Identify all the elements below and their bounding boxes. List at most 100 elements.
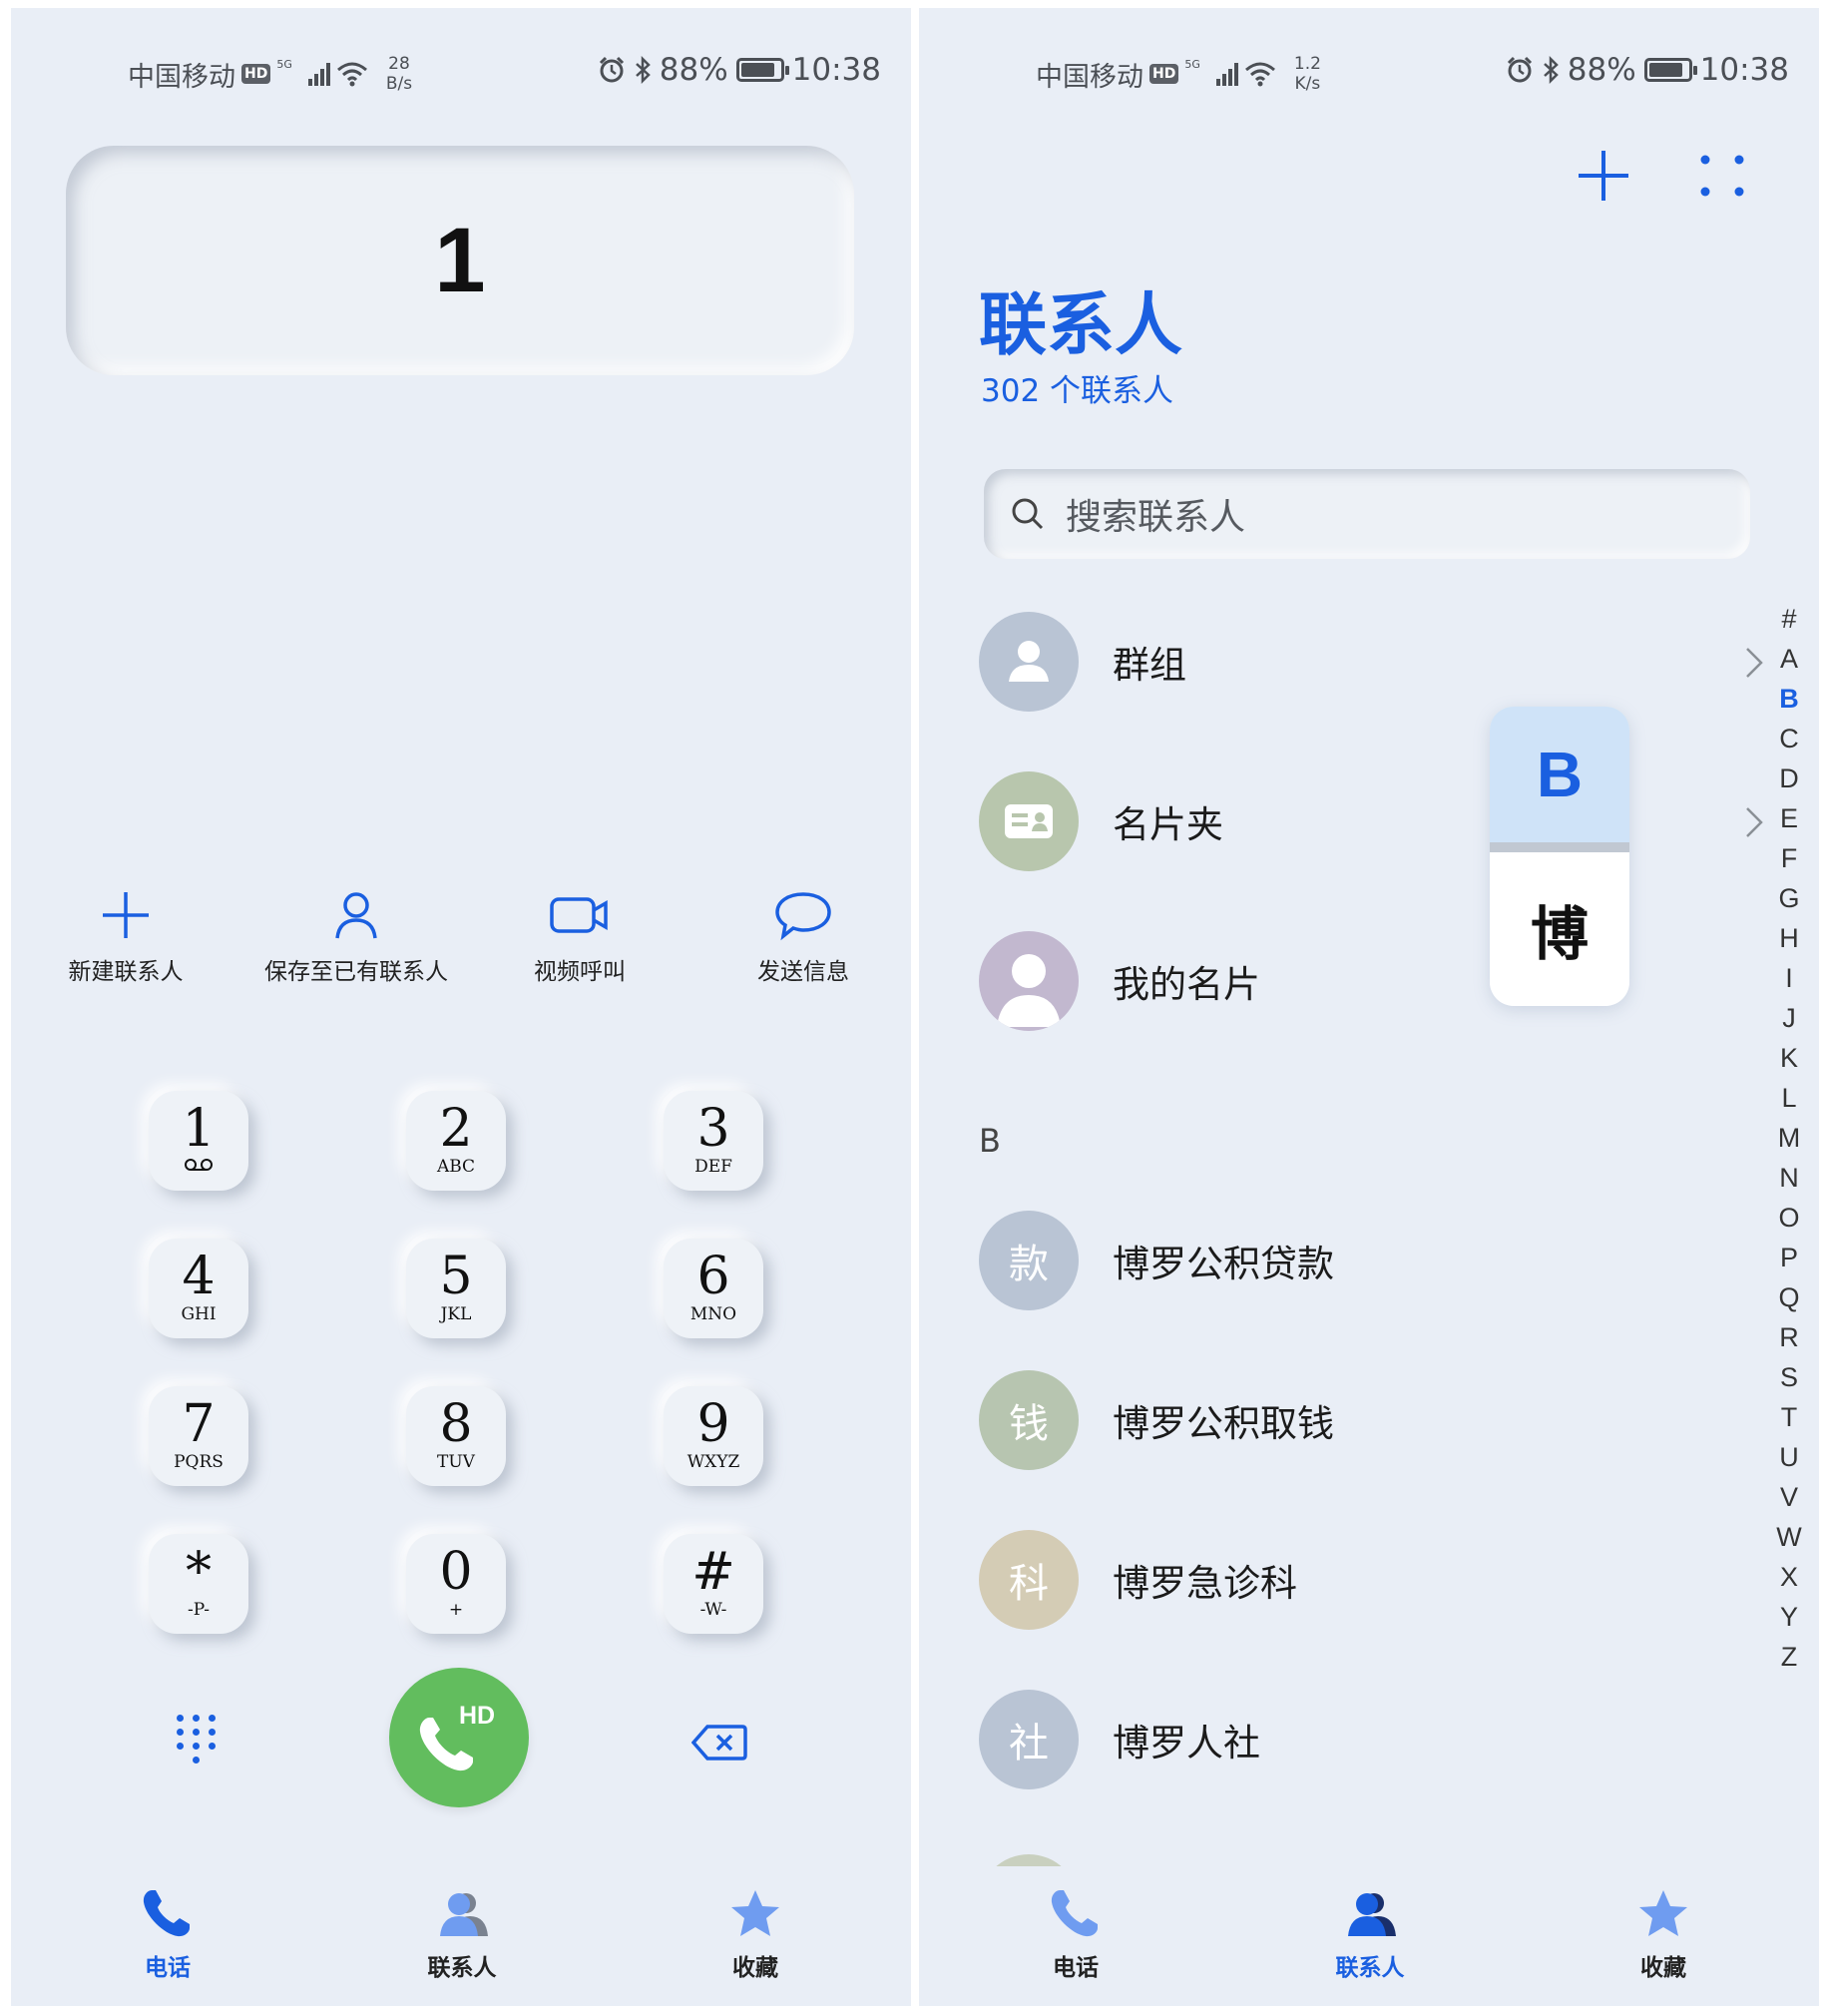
alphabet-index-letter[interactable]: P (1769, 1238, 1809, 1277)
alphabet-index-letter[interactable]: L (1769, 1078, 1809, 1118)
video-call-label: 视频呼叫 (534, 959, 626, 985)
contacts-icon (1348, 1893, 1396, 1936)
key-7[interactable]: 7 PQRS (149, 1386, 248, 1486)
key-4[interactable]: 4 GHI (149, 1239, 248, 1338)
hd-call-button[interactable]: HD (389, 1668, 529, 1807)
key-0[interactable]: 0 + (406, 1534, 506, 1634)
alphabet-index-letter[interactable]: V (1769, 1477, 1809, 1517)
key-3[interactable]: 3 DEF (664, 1091, 763, 1191)
network-type: 5G (1184, 57, 1200, 71)
groups-row[interactable]: 群组 (979, 612, 1763, 712)
alphabet-index-letter[interactable]: W (1769, 1517, 1809, 1557)
dialed-number-display[interactable]: 1 (66, 146, 854, 375)
contact-row[interactable]: 款 博罗公积贷款 (979, 1211, 1737, 1310)
battery-icon (1643, 58, 1697, 82)
alphabet-index-letter[interactable]: M (1769, 1118, 1809, 1158)
key-0-digit: 0 (439, 1542, 473, 1602)
signal-icon (1215, 62, 1238, 86)
key-2-digit: 2 (439, 1099, 473, 1159)
alphabet-index-letter[interactable]: C (1769, 719, 1809, 758)
alphabet-index-letter[interactable]: D (1769, 758, 1809, 798)
nav-contacts-tab[interactable]: 联系人 (1290, 1886, 1450, 1982)
alphabet-index-letter[interactable]: R (1769, 1317, 1809, 1357)
alphabet-index-letter[interactable]: Z (1769, 1637, 1809, 1677)
index-popup-divider (1490, 842, 1629, 852)
star-icon (1639, 1890, 1687, 1936)
net-speed-unit: B/s (385, 74, 413, 94)
alphabet-index-bar[interactable]: # A B C D E F G H I J K L M N O P Q R S T U V W X Y Z (1769, 599, 1809, 1677)
status-bar: 中国移动 HD 5G 1.2 K/s 88% 10:38 (919, 46, 1819, 96)
key-6[interactable]: 6 MNO (664, 1239, 763, 1338)
alphabet-index-letter[interactable]: Q (1769, 1277, 1809, 1317)
key-star[interactable]: * -P- (149, 1534, 248, 1634)
key-hash-letters: -W- (699, 1600, 727, 1620)
alphabet-index-letter[interactable]: A (1769, 639, 1809, 679)
key-8[interactable]: 8 TUV (406, 1386, 506, 1486)
save-to-existing-contact-button[interactable]: 保存至已有联系人 (246, 888, 466, 986)
key-star-digit: * (186, 1542, 212, 1602)
alphabet-index-letter[interactable]: T (1769, 1397, 1809, 1437)
bluetooth-icon (1543, 56, 1559, 84)
backspace-icon[interactable] (691, 1724, 747, 1762)
nav-phone-tab[interactable]: 电话 (996, 1886, 1155, 1982)
key-7-digit: 7 (182, 1394, 216, 1454)
alphabet-index-letter[interactable]: J (1769, 998, 1809, 1038)
chevron-right-icon (1746, 648, 1763, 678)
search-input[interactable]: 搜索联系人 (984, 469, 1750, 559)
nav-favorites-tab[interactable]: 收藏 (1584, 1886, 1743, 1982)
add-contact-icon[interactable] (1576, 148, 1631, 204)
section-header: B (979, 1122, 1001, 1160)
contact-row[interactable]: 社 博罗人社 (979, 1690, 1737, 1789)
send-message-button[interactable]: 发送信息 (693, 888, 911, 986)
page-title: 联系人 (979, 286, 1183, 365)
more-options-icon[interactable] (1695, 148, 1751, 204)
contact-row[interactable]: 科 博罗急诊科 (979, 1530, 1737, 1630)
message-bubble-icon (775, 892, 831, 941)
key-5[interactable]: 5 JKL (406, 1239, 506, 1338)
key-1[interactable]: 1 (149, 1091, 248, 1191)
net-speed: 1.2 K/s (1294, 54, 1321, 94)
alphabet-index-letter[interactable]: B (1769, 679, 1809, 719)
key-star-letters: -P- (188, 1600, 210, 1620)
alphabet-index-popup: B 博 (1490, 707, 1629, 1006)
status-right: 88% 10:38 (1506, 52, 1789, 88)
key-hash[interactable]: # -W- (664, 1534, 763, 1634)
alarm-icon (1507, 56, 1532, 83)
alphabet-index-letter[interactable]: O (1769, 1198, 1809, 1238)
alphabet-index-letter[interactable]: F (1769, 838, 1809, 878)
contact-avatar: 社 (979, 1690, 1079, 1789)
contact-row[interactable]: 钱 博罗公积取钱 (979, 1370, 1737, 1470)
alphabet-index-letter[interactable]: N (1769, 1158, 1809, 1198)
alphabet-index-letter[interactable]: X (1769, 1557, 1809, 1597)
new-contact-button[interactable]: 新建联系人 (16, 888, 235, 986)
alphabet-index-letter[interactable]: K (1769, 1038, 1809, 1078)
person-icon (335, 892, 377, 939)
nav-phone-tab[interactable]: 电话 (88, 1886, 247, 1982)
key-7-letters: PQRS (174, 1452, 224, 1472)
alphabet-index-letter[interactable]: S (1769, 1357, 1809, 1397)
carrier-name: 中国移动 (1036, 61, 1143, 93)
send-message-label: 发送信息 (757, 959, 849, 985)
key-9[interactable]: 9 WXYZ (664, 1386, 763, 1486)
alphabet-index-letter[interactable]: Y (1769, 1597, 1809, 1637)
keypad-toggle-icon[interactable] (177, 1715, 217, 1766)
bottom-nav: 电话 联系人 收藏 (11, 1856, 911, 2006)
add-icon (103, 892, 149, 938)
key-3-letters: DEF (694, 1157, 732, 1177)
alphabet-index-letter[interactable]: U (1769, 1437, 1809, 1477)
video-call-button[interactable]: 视频呼叫 (470, 888, 689, 986)
alphabet-index-letter[interactable]: H (1769, 918, 1809, 958)
contact-name: 博罗公积取钱 (1113, 1402, 1334, 1445)
carrier-info: 中国移动 HD 5G 1.2 K/s (1036, 54, 1321, 94)
key-2[interactable]: 2 ABC (406, 1091, 506, 1191)
alphabet-index-letter[interactable]: G (1769, 878, 1809, 918)
alphabet-index-letter[interactable]: E (1769, 798, 1809, 838)
battery-icon (735, 58, 789, 82)
volte-hd-badge: HD (241, 64, 271, 84)
alphabet-index-letter[interactable]: I (1769, 958, 1809, 998)
key-5-digit: 5 (439, 1247, 473, 1306)
nav-favorites-tab[interactable]: 收藏 (676, 1886, 835, 1982)
nav-contacts-label: 联系人 (427, 1955, 497, 1981)
alphabet-index-letter[interactable]: # (1769, 599, 1809, 639)
nav-contacts-tab[interactable]: 联系人 (382, 1886, 542, 1982)
